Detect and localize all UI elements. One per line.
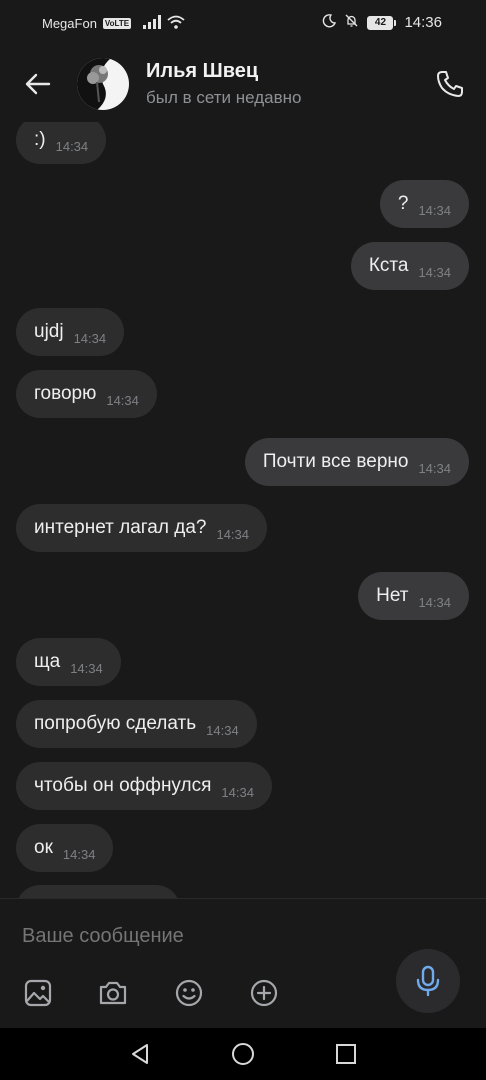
plus-circle-icon	[250, 979, 278, 1007]
camera-icon	[99, 981, 127, 1005]
message-time: 14:34	[221, 784, 254, 800]
message-text: ок	[34, 837, 53, 858]
message-bubble-partial[interactable]	[16, 885, 180, 898]
message-time: 14:34	[206, 722, 239, 738]
system-nav-bar	[0, 1028, 486, 1080]
chat-header: Илья Швец был в сети недавно	[0, 46, 486, 122]
message-time: 14:34	[73, 330, 107, 346]
message-bubble[interactable]: попробую сделать 14:34	[16, 700, 257, 748]
message-bubble[interactable]: Нет 14:34	[358, 572, 469, 620]
status-bar: MegaFon VoLTE 42 14:36	[0, 0, 486, 46]
message-bubble[interactable]: ща 14:34	[16, 638, 121, 686]
message-text: ujdj	[34, 321, 64, 342]
message-time: 14:34	[70, 660, 103, 676]
attach-button[interactable]	[247, 976, 281, 1010]
microphone-icon	[416, 965, 440, 997]
message-time: 14:34	[216, 526, 250, 542]
avatar[interactable]	[77, 58, 129, 110]
message-time: 14:34	[418, 202, 451, 218]
moon-icon	[322, 13, 337, 32]
message-text: Нет	[376, 585, 409, 606]
image-icon	[24, 979, 52, 1007]
message-text: попробую сделать	[34, 713, 197, 734]
message-bubble[interactable]: ujdj 14:34	[16, 308, 125, 356]
voice-message-button[interactable]	[396, 949, 460, 1013]
message-text: говорю	[34, 383, 97, 404]
contact-name[interactable]: Илья Швец	[146, 60, 258, 83]
message-time: 14:34	[418, 264, 451, 280]
battery-level: 42	[367, 15, 394, 30]
smile-icon	[175, 979, 203, 1007]
emoji-button[interactable]	[172, 976, 206, 1010]
phone-icon	[437, 71, 463, 97]
message-text: Почти все верно	[262, 451, 409, 472]
message-time: 14:34	[106, 392, 139, 408]
carrier-name: MegaFon	[42, 16, 97, 31]
message-time: 14:34	[418, 460, 451, 476]
message-bubble[interactable]: ок 14:34	[16, 824, 114, 872]
triangle-back-icon	[132, 1044, 148, 1064]
nav-back-button[interactable]	[126, 1040, 154, 1068]
battery-icon: 42	[367, 15, 397, 30]
wifi-icon	[167, 15, 185, 32]
message-time: 14:34	[62, 846, 96, 862]
status-bar-right: 42 14:36	[322, 13, 442, 32]
call-button[interactable]	[432, 66, 468, 102]
message-input[interactable]	[22, 925, 382, 948]
message-bubble[interactable]: Кста 14:34	[350, 242, 469, 290]
square-recents-icon	[336, 1044, 356, 1064]
message-bubble[interactable]: Почти все верно 14:34	[244, 438, 469, 486]
message-time: 14:34	[418, 594, 451, 610]
message-text: чтобы он оффнулся	[34, 775, 212, 796]
message-text: Кста	[368, 255, 409, 276]
back-button[interactable]	[20, 66, 56, 102]
message-bubble[interactable]: говорю 14:34	[16, 370, 157, 418]
message-time: 14:34	[55, 138, 89, 154]
bell-off-icon	[344, 13, 359, 32]
volte-badge: VoLTE	[102, 18, 132, 29]
message-text: интернет лагал да?	[34, 517, 207, 538]
clock-time: 14:36	[404, 14, 442, 31]
message-bubble[interactable]: ? 14:34	[379, 180, 469, 228]
message-list[interactable]: :) 14:34 ? 14:34 Кста 14:34 ujdj 14:34 г…	[0, 122, 486, 898]
arrow-left-icon	[25, 73, 51, 95]
nav-recents-button[interactable]	[332, 1040, 360, 1068]
status-bar-left: MegaFon VoLTE	[42, 15, 185, 32]
message-bubble[interactable]: чтобы он оффнулся 14:34	[16, 762, 272, 810]
message-bubble[interactable]: интернет лагал да? 14:34	[16, 504, 268, 552]
signal-icon	[143, 15, 162, 32]
message-composer	[0, 898, 486, 1029]
contact-status: был в сети недавно	[146, 88, 302, 107]
message-text: :)	[34, 129, 46, 150]
message-text: ща	[34, 651, 61, 672]
nav-home-button[interactable]	[229, 1040, 257, 1068]
circle-home-icon	[232, 1043, 254, 1065]
camera-button[interactable]	[96, 976, 130, 1010]
message-text: ?	[397, 193, 409, 214]
gallery-button[interactable]	[21, 976, 55, 1010]
message-bubble[interactable]: :) 14:34	[16, 122, 107, 164]
